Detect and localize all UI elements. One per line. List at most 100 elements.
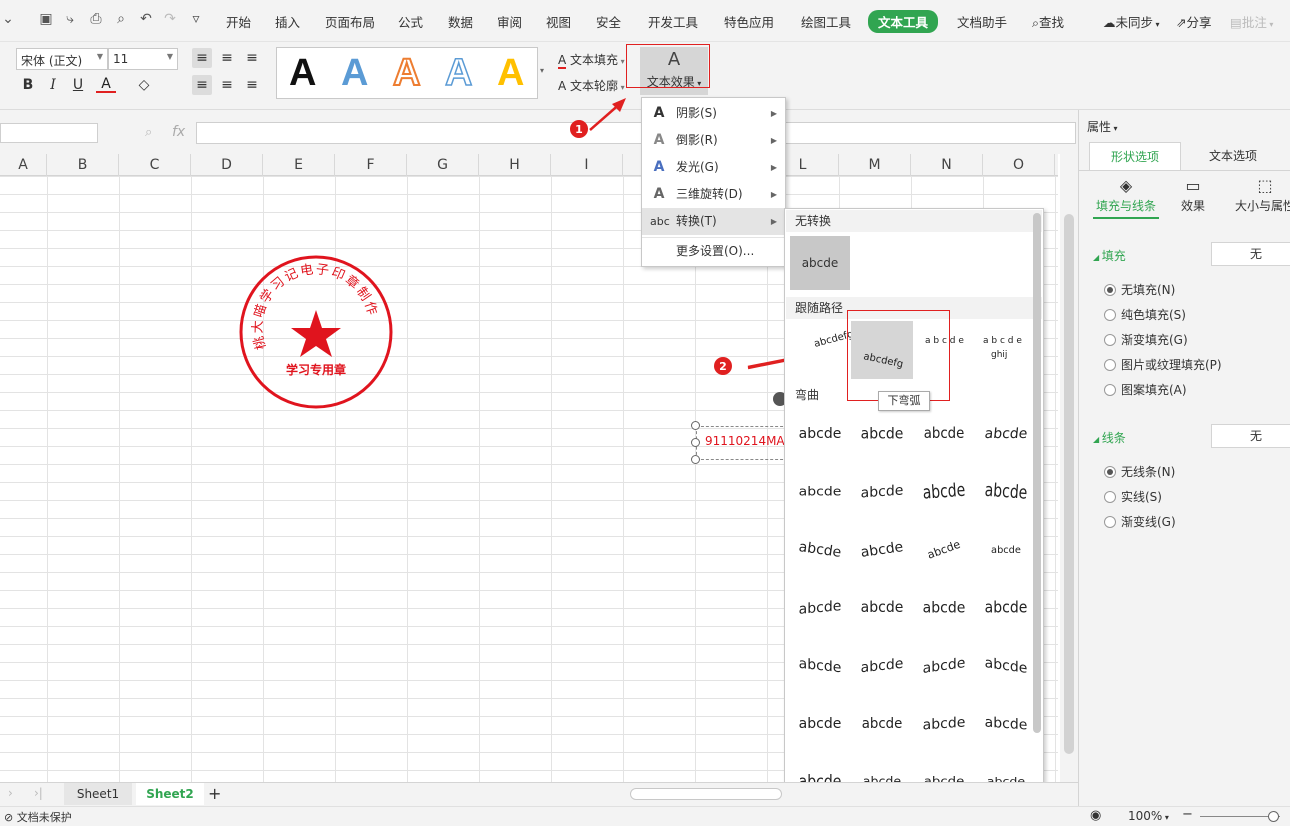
align-left-icon[interactable]: ≡ — [192, 75, 212, 95]
warp-option[interactable]: abcde — [855, 648, 909, 684]
font-color-icon[interactable]: A — [96, 75, 116, 93]
selected-textbox[interactable]: 91110214MA — [696, 426, 788, 460]
warp-option[interactable]: abcde — [917, 592, 971, 625]
eye-icon[interactable]: ◉ — [1090, 808, 1101, 823]
warp-option[interactable]: abcde — [978, 471, 1035, 514]
sheet-tab-sheet2[interactable]: Sheet2 — [136, 783, 204, 805]
zoom-slider-handle[interactable] — [1268, 811, 1279, 822]
align-center-icon[interactable]: ≡ — [217, 75, 237, 95]
col-header[interactable]: M — [839, 154, 911, 176]
align-right-icon[interactable]: ≡ — [242, 75, 262, 95]
menu-security[interactable]: 安全 — [596, 12, 621, 31]
radio-gradient-line[interactable]: 渐变线(G) — [1104, 513, 1176, 530]
warp-option[interactable]: abcde — [793, 648, 847, 684]
seal-stamp[interactable]: 桃大喵学习记电子印章制作 学习专用章 — [236, 252, 396, 412]
comment-button[interactable]: ▤批注 ▾ — [1230, 12, 1273, 31]
gallery-scroll-thumb[interactable] — [1033, 213, 1041, 733]
customize-icon[interactable]: ▿ — [188, 11, 204, 27]
horizontal-scrollbar[interactable] — [630, 788, 782, 800]
export-icon[interactable]: ⤷ — [62, 11, 78, 27]
menu-review[interactable]: 审阅 — [497, 12, 522, 31]
protect-status[interactable]: ⊘ 文档未保护 — [4, 809, 72, 825]
warp-option[interactable]: abcde — [855, 592, 909, 624]
scroll-thumb[interactable] — [1064, 214, 1074, 754]
menu-item-more-settings[interactable]: 更多设置(O)... — [642, 238, 785, 265]
menu-home[interactable]: 开始 — [226, 12, 251, 31]
search-button[interactable]: ⌕查找 — [1032, 12, 1064, 31]
radio-no-fill[interactable]: 无填充(N) — [1104, 281, 1175, 298]
pane-title[interactable]: 属性 ▾ — [1087, 118, 1118, 135]
align-bottom-icon[interactable]: ≡ — [242, 48, 262, 68]
warp-option[interactable]: abcde — [853, 531, 911, 568]
menu-view[interactable]: 视图 — [546, 12, 571, 31]
style-black-a[interactable]: A — [289, 53, 316, 93]
undo-icon[interactable]: ↶ — [138, 11, 154, 27]
style-blue-outline-a[interactable]: A — [444, 52, 473, 94]
col-header[interactable]: A — [0, 154, 47, 176]
col-header[interactable]: C — [119, 154, 191, 176]
menu-item-shadow[interactable]: A 阴影(S) ▶ — [642, 100, 785, 127]
tab-text-options[interactable]: 文本选项 — [1181, 142, 1285, 170]
redo-icon[interactable]: ↷ — [162, 11, 178, 27]
warp-option[interactable]: abcde — [917, 647, 971, 685]
zoom-icon[interactable]: ⌕ — [145, 125, 152, 140]
share-button[interactable]: ⇗分享 — [1176, 12, 1212, 31]
radio-solid-line[interactable]: 实线(S) — [1104, 488, 1162, 505]
warp-option[interactable]: abcde — [793, 479, 847, 506]
italic-icon[interactable]: I — [43, 75, 63, 95]
warp-option[interactable]: abcde — [855, 475, 909, 509]
fx-icon[interactable]: fx — [172, 124, 185, 140]
zoom-level[interactable]: 100% ▾ — [1128, 809, 1169, 823]
col-header[interactable]: G — [407, 154, 479, 176]
style-orange-outline-a[interactable]: A — [392, 52, 421, 94]
menu-special[interactable]: 特色应用 — [724, 12, 774, 31]
no-transform-option[interactable]: abcde — [790, 236, 850, 290]
resize-handle[interactable] — [691, 421, 700, 430]
eraser-icon[interactable]: ◇ — [134, 75, 154, 95]
warp-option[interactable]: abcde — [855, 418, 909, 451]
print-preview-icon[interactable]: ⌕ — [113, 11, 129, 27]
warp-option[interactable]: abcde — [979, 647, 1033, 685]
warp-option[interactable]: abcde — [977, 419, 1034, 449]
warp-option[interactable]: abcde — [920, 531, 969, 568]
warp-option[interactable]: abcde — [793, 591, 847, 626]
resize-handle[interactable] — [691, 438, 700, 447]
menu-insert[interactable]: 插入 — [275, 12, 300, 31]
nav-last-icon[interactable]: ›| — [34, 786, 43, 800]
subtab-size-properties[interactable]: ⬚ 大小与属性 — [1229, 176, 1290, 214]
menu-doc-assistant[interactable]: 文档助手 — [957, 12, 1007, 31]
warp-option[interactable]: abcde — [979, 591, 1033, 626]
col-header[interactable]: O — [983, 154, 1055, 176]
zoom-out-icon[interactable]: − — [1182, 807, 1193, 822]
col-header[interactable]: D — [191, 154, 263, 176]
style-gold-a[interactable]: A — [497, 53, 524, 93]
line-select[interactable]: 无 — [1211, 424, 1290, 448]
warp-option[interactable]: abcde — [791, 531, 849, 568]
radio-picture-fill[interactable]: 图片或纹理填充(P) — [1104, 356, 1222, 373]
resize-handle[interactable] — [691, 455, 700, 464]
menu-developer[interactable]: 开发工具 — [648, 12, 698, 31]
menu-item-reflection[interactable]: A 倒影(R) ▶ — [642, 127, 785, 154]
underline-icon[interactable]: U — [68, 75, 88, 95]
col-header[interactable]: N — [911, 154, 983, 176]
warp-option[interactable]: abcde — [856, 709, 907, 739]
sync-button[interactable]: ☁未同步 ▾ — [1103, 12, 1160, 31]
align-middle-icon[interactable]: ≡ — [217, 48, 237, 68]
radio-no-line[interactable]: 无线条(N) — [1104, 463, 1175, 480]
warp-option[interactable]: abcde — [979, 707, 1033, 741]
style-blue-a[interactable]: A — [341, 53, 368, 93]
fill-section-toggle[interactable]: ◢ 填充 — [1093, 247, 1126, 264]
bold-icon[interactable]: B — [18, 75, 38, 95]
print-icon[interactable]: ⎙ — [88, 11, 104, 27]
name-box[interactable] — [0, 123, 98, 143]
gallery-more-icon[interactable]: ▾ — [540, 66, 544, 75]
radio-pattern-fill[interactable]: 图案填充(A) — [1104, 381, 1187, 398]
subtab-effects[interactable]: ▭ 效果 — [1169, 176, 1217, 214]
warp-option[interactable]: abcde — [987, 540, 1025, 561]
menu-item-transform[interactable]: abc 转换(T) ▶ — [642, 208, 785, 235]
align-top-icon[interactable]: ≡ — [192, 48, 212, 68]
menu-item-3d-rotation[interactable]: A 三维旋转(D) ▶ — [642, 181, 785, 208]
add-sheet-icon[interactable]: + — [208, 784, 221, 803]
warp-option[interactable]: abcde — [793, 709, 847, 739]
line-section-toggle[interactable]: ◢ 线条 — [1093, 429, 1126, 446]
